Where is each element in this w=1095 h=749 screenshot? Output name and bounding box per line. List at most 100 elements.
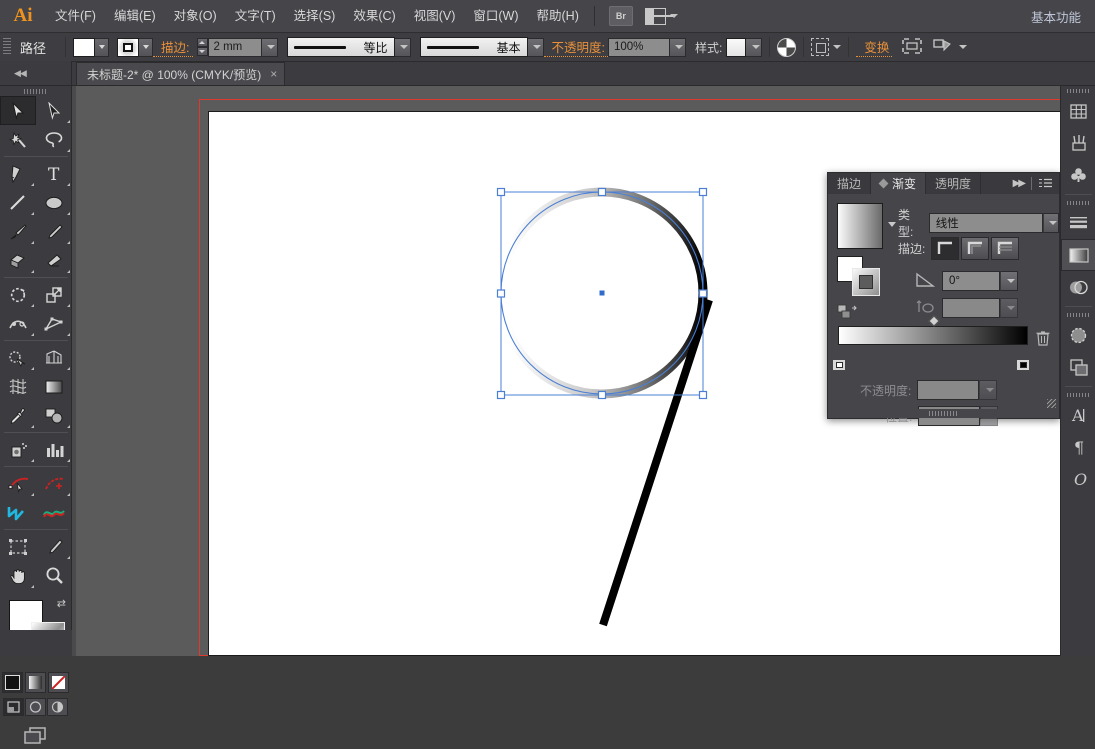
mesh-tool[interactable] [0,372,36,401]
transparency-panel-icon[interactable] [1061,271,1095,303]
chevron-down-icon[interactable] [833,45,841,49]
tab-transparency[interactable]: 透明度 [926,173,981,194]
menu-help[interactable]: 帮助(H) [528,0,588,32]
pen-tool[interactable] [0,159,36,188]
gradient-preview-swatch[interactable] [837,203,883,249]
align-icon[interactable] [902,38,922,57]
menu-file[interactable]: 文件(F) [46,0,105,32]
gradient-stroke-target-swatch[interactable] [852,268,880,296]
stroke-profile-select[interactable]: 等比 [287,37,395,57]
menu-edit[interactable]: 编辑(E) [105,0,165,32]
eyedropper-tool[interactable] [0,401,36,430]
close-icon[interactable]: × [270,67,277,81]
blob-brush-tool[interactable] [0,246,36,275]
graphic-style-dropdown[interactable] [746,38,762,57]
dock-group-grip[interactable] [1061,390,1095,399]
brushes-panel-icon[interactable] [1061,127,1095,159]
opacity-dropdown[interactable] [670,38,686,57]
hand-tool[interactable] [0,561,36,590]
stepper-down-button[interactable] [197,47,208,56]
menu-effect[interactable]: 效果(C) [344,0,404,32]
trash-icon[interactable] [1036,330,1050,350]
menu-object[interactable]: 对象(O) [165,0,226,32]
fullscreen-menubar-icon[interactable] [25,698,46,716]
gradient-aspect-dropdown[interactable] [1000,298,1018,318]
transform-label[interactable]: 变换 [856,37,892,57]
bridge-button[interactable]: Br [609,6,633,26]
swap-fill-stroke-icon[interactable]: ⇄ [57,597,66,610]
workspace-switcher[interactable]: 基本功能 [1031,7,1095,26]
toolbar-grip[interactable] [0,86,71,96]
fullscreen-icon[interactable] [47,698,68,716]
change-screen-mode-icon[interactable] [23,726,49,746]
gradient-mode-icon[interactable] [25,672,46,693]
opacity-input[interactable]: 100% [608,38,670,57]
gradient-type-select[interactable]: 线性 [929,213,1043,233]
gradient-angle-input[interactable]: 0° [942,271,1000,291]
stroke-panel-icon[interactable] [1061,207,1095,239]
menu-window[interactable]: 窗口(W) [464,0,527,32]
gradient-slider[interactable] [838,326,1028,345]
magic-wand-tool[interactable] [0,125,36,154]
character-panel-icon[interactable]: A [1061,399,1095,431]
chevron-down-icon[interactable] [959,45,967,49]
symbols-panel-icon[interactable] [1061,159,1095,191]
paragraph-panel-icon[interactable]: ¶ [1061,431,1095,463]
gradient-preset-dropdown-icon[interactable] [888,222,896,227]
panel-footer-grip[interactable] [828,409,1059,418]
stroke-swatch[interactable] [117,38,139,57]
brush-definition-dropdown[interactable] [528,38,544,57]
stroke-across-gradient-icon[interactable] [991,237,1019,260]
paintbrush-tool[interactable] [0,217,36,246]
symbol-sprayer-tool[interactable] [0,435,36,464]
gradient-panel-icon[interactable] [1061,239,1095,271]
gradient-stop-end[interactable] [1017,346,1029,361]
tab-gradient[interactable]: 渐变 [871,173,926,194]
isolate-selection-icon[interactable] [811,38,829,56]
appearance-panel-icon[interactable] [1061,319,1095,351]
arrange-documents-button[interactable] [645,8,678,25]
swatches-panel-icon[interactable] [1061,95,1095,127]
artboard-tool[interactable] [0,532,36,561]
brush-definition-select[interactable]: 基本 [420,37,528,57]
gradient-aspect-input[interactable] [942,298,1000,318]
stroke-along-gradient-icon[interactable] [961,237,989,260]
stroke-weight-stepper[interactable] [197,38,208,56]
type-tool[interactable]: T [36,159,72,188]
double-arrow-icon[interactable]: ▶▶ [1013,178,1024,189]
gradient-ramp[interactable] [838,326,1028,345]
selection-tool[interactable] [0,96,36,125]
collapse-toolbar-button[interactable]: ◀◀ [0,61,72,85]
color-mode-icon[interactable] [2,672,23,693]
eraser-tool[interactable] [36,246,72,275]
tail-line-path[interactable] [603,300,709,625]
layers-panel-icon[interactable] [1061,351,1095,383]
scale-tool[interactable] [36,280,72,309]
stroke-profile-dropdown[interactable] [395,38,411,57]
pencil-tool[interactable] [36,217,72,246]
free-transform-tool[interactable] [36,309,72,338]
normal-screen-icon[interactable] [3,698,24,716]
menu-type[interactable]: 文字(T) [226,0,285,32]
gradient-opacity-dropdown[interactable] [979,380,997,400]
gradient-tool[interactable] [36,372,72,401]
stroke-weight-dropdown[interactable] [262,38,278,57]
lasso-tool[interactable] [36,125,72,154]
stroke-dropdown-button[interactable] [139,38,153,57]
zigzag-path-tool[interactable] [0,498,36,527]
add-anchor-point-tool[interactable] [0,469,36,498]
control-bar-grip[interactable] [3,38,11,56]
tab-stroke[interactable]: 描边 [828,173,871,194]
fill-swatch[interactable] [73,38,95,57]
direct-selection-tool[interactable] [36,96,72,125]
panel-resize-grip[interactable] [1047,399,1056,408]
stroke-weight-input[interactable]: 2 mm [208,38,262,57]
stroke-swatch-control[interactable] [117,38,153,57]
stepper-up-button[interactable] [197,38,208,47]
width-tool[interactable] [0,309,36,338]
column-graph-tool[interactable] [36,435,72,464]
fill-dropdown-button[interactable] [95,38,109,57]
gradient-angle-dropdown[interactable] [1000,271,1018,291]
gradient-opacity-input[interactable] [917,380,979,400]
line-segment-tool[interactable] [0,188,36,217]
